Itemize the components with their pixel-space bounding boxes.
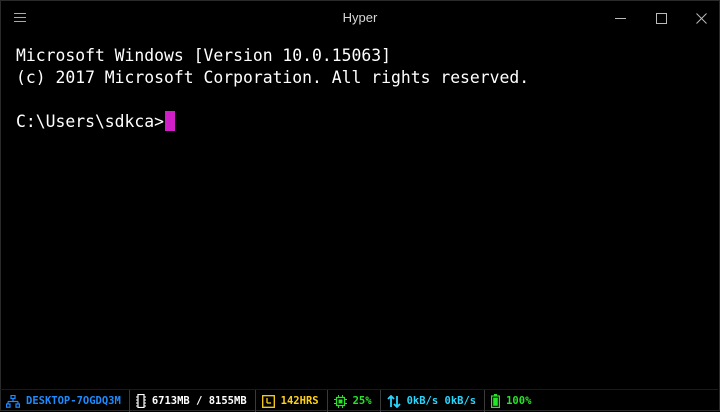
network-speed: 0kB/s 0kB/s [406, 395, 477, 407]
hostname-segment: DESKTOP-7OGDQ3M [0, 390, 129, 412]
hyper-window: Hyper Microsoft Windows [Version 10.0.15… [0, 0, 720, 411]
uptime-label: 142HRS [280, 395, 319, 407]
hostname-label: DESKTOP-7OGDQ3M [26, 395, 121, 407]
close-button[interactable] [684, 5, 718, 31]
memory-segment: 6713MB / 8155MB [128, 390, 255, 412]
terminal-line: Microsoft Windows [Version 10.0.15063] [16, 46, 391, 65]
network-icon [6, 394, 20, 408]
close-icon [695, 12, 707, 24]
battery-level: 100% [506, 395, 532, 407]
minimize-button[interactable] [603, 5, 637, 31]
minimize-icon [614, 17, 626, 19]
terminal-output[interactable]: Microsoft Windows [Version 10.0.15063] (… [16, 45, 704, 133]
memory-usage: 6713MB / 8155MB [151, 395, 247, 407]
status-bar: DESKTOP-7OGDQ3M 6713MB / 8155MB 142HRS 2… [0, 389, 718, 412]
maximize-button[interactable] [644, 5, 678, 31]
terminal-cursor [165, 111, 176, 131]
title-bar[interactable]: Hyper [1, 1, 719, 35]
battery-segment: 100% [484, 390, 539, 412]
network-speed-segment: 0kB/s 0kB/s [379, 390, 485, 412]
memory-icon [135, 394, 146, 408]
maximize-icon [655, 12, 667, 24]
command-prompt: C:\Users\sdkca> [16, 112, 165, 131]
cpu-icon [333, 394, 347, 408]
prompt-line[interactable]: C:\Users\sdkca> [16, 111, 704, 133]
terminal-line: (c) 2017 Microsoft Corporation. All righ… [16, 68, 530, 87]
network-arrows-icon [386, 394, 401, 408]
cpu-segment: 25% [326, 390, 380, 412]
clock-icon [261, 394, 275, 408]
battery-icon [491, 394, 501, 408]
uptime-segment: 142HRS [254, 390, 327, 412]
cpu-usage: 25% [352, 395, 372, 407]
